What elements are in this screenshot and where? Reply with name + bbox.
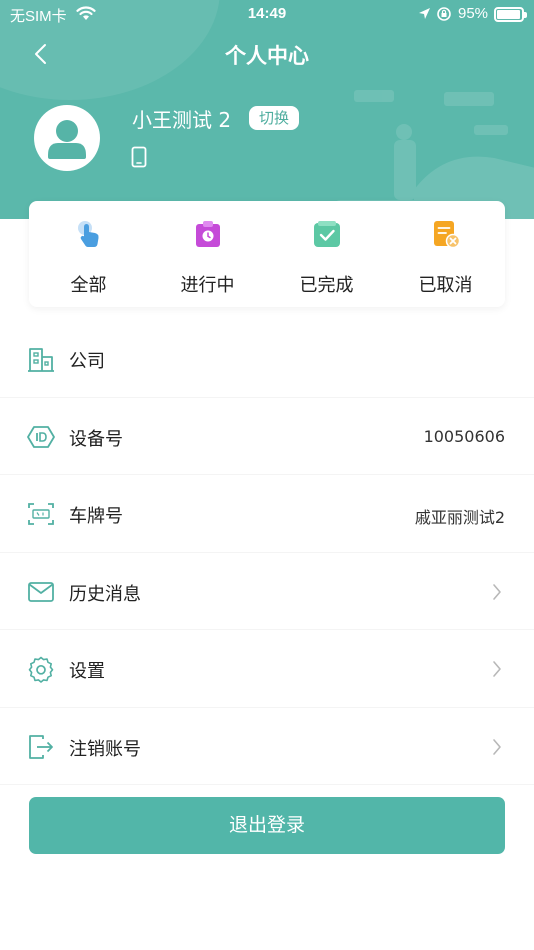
- clipboard-check-icon: [313, 221, 340, 247]
- menu-item-label: 公司: [69, 351, 105, 372]
- order-tab-cancelled[interactable]: 已取消: [386, 201, 505, 307]
- menu-item-label: 设置: [69, 661, 105, 682]
- menu-item-plate-number[interactable]: 车牌号 戚亚丽测试2: [0, 475, 534, 553]
- menu-item-delete-account[interactable]: 注销账号: [0, 708, 534, 785]
- battery-percent: 95%: [458, 5, 489, 22]
- order-tab-label: 已完成: [299, 275, 354, 296]
- menu-item-settings[interactable]: 设置: [0, 630, 534, 708]
- device-number-value: 10050606: [423, 426, 505, 446]
- document-cancel-icon: [433, 221, 460, 249]
- menu-item-message-history[interactable]: 历史消息: [0, 553, 534, 630]
- nav-bar: 个人中心: [0, 30, 534, 78]
- menu-item-label: 车牌号: [69, 506, 123, 527]
- logout-button[interactable]: 退出登录: [29, 797, 505, 854]
- chevron-right-icon: [493, 738, 501, 755]
- battery-tip: [524, 12, 527, 18]
- menu-item-device-number[interactable]: 设备号 10050606: [0, 398, 534, 475]
- exit-icon: [29, 734, 53, 759]
- menu-item-company[interactable]: 公司: [0, 320, 534, 398]
- settings-menu: 公司 设备号 10050606 车牌号 戚亚丽测试2 历史消息 设置 注销账号: [0, 320, 534, 785]
- page-title: 个人中心: [225, 44, 309, 68]
- menu-item-label: 设备号: [69, 428, 123, 450]
- chevron-right-icon: [493, 583, 501, 600]
- mobile-phone-icon: [131, 146, 147, 168]
- avatar[interactable]: [34, 105, 100, 171]
- switch-account-button[interactable]: 切换: [249, 106, 300, 130]
- car-illustration: [334, 90, 534, 219]
- menu-item-label: 历史消息: [69, 583, 141, 605]
- license-plate-scan-icon: [28, 503, 54, 525]
- building-icon: [28, 348, 54, 372]
- chevron-right-icon: [493, 661, 501, 677]
- order-tab-in-progress[interactable]: 进行中: [148, 201, 267, 307]
- order-tab-label: 进行中: [180, 275, 235, 296]
- user-name: 小王测试 2: [132, 108, 232, 132]
- order-tab-all[interactable]: 全部: [29, 201, 148, 307]
- battery-icon: [494, 7, 527, 22]
- pointer-hand-icon: [77, 221, 99, 247]
- clipboard-clock-icon: [195, 221, 220, 247]
- clock: 14:49: [247, 5, 287, 22]
- location-arrow-icon: [419, 8, 430, 19]
- chevron-left-icon: [35, 44, 46, 64]
- user-avatar-icon: [48, 120, 86, 159]
- order-tab-label: 已取消: [418, 275, 473, 296]
- battery-fill: [497, 10, 520, 19]
- menu-item-label: 注销账号: [69, 738, 141, 760]
- back-button[interactable]: [24, 36, 60, 72]
- plate-number-value: 戚亚丽测试2: [414, 508, 505, 527]
- status-bar: 无SIM卡 14:49 95%: [0, 0, 534, 30]
- mail-icon: [28, 581, 54, 602]
- order-tab-completed[interactable]: 已完成: [267, 201, 386, 307]
- order-status-card: 全部 进行中 已完成 已取消: [29, 201, 505, 307]
- gear-icon: [28, 656, 54, 683]
- id-hexagon-icon: [27, 425, 55, 448]
- order-tab-label: 全部: [70, 275, 107, 296]
- orientation-lock-icon: [437, 7, 451, 21]
